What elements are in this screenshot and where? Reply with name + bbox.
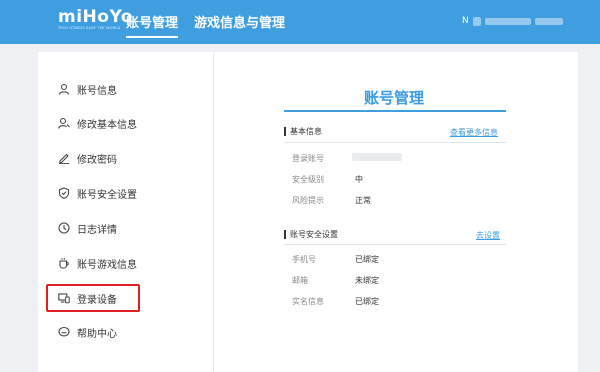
sidebar-item-label: 日志详情	[77, 224, 117, 236]
sidebar: 账号信息 修改基本信息 修改密码 账号安全设置 日志详情 账号游戏信息 登录设备	[38, 52, 214, 372]
nav-account-management[interactable]: 账号管理	[126, 12, 179, 38]
sidebar-item-label: 登录设备	[77, 294, 117, 306]
user-account-display[interactable]: N	[462, 14, 563, 28]
view-more-info-link[interactable]: 查看更多信息	[450, 127, 498, 138]
sidebar-item-change-password[interactable]: 修改密码	[46, 145, 206, 171]
sidebar-item-label: 修改基本信息	[77, 119, 137, 131]
section-heading-basic-info: 基本信息	[284, 127, 322, 136]
masked-user-id	[534, 17, 563, 25]
user-edit-icon	[58, 117, 70, 129]
row-label-real-name: 实名信息	[292, 297, 324, 306]
sidebar-item-account-security[interactable]: 账号安全设置	[46, 180, 206, 206]
row-label-risk-warning: 风险提示	[292, 196, 324, 205]
row-label-security-level: 安全级别	[292, 175, 324, 184]
logo-text: miHoYo	[58, 7, 133, 27]
nav-game-info-management[interactable]: 游戏信息与管理	[194, 12, 285, 31]
masked-user-name-part	[472, 16, 481, 26]
row-value-security-level: 中	[355, 175, 363, 184]
row-value-phone: 已绑定	[355, 255, 379, 264]
row-value-real-name: 已绑定	[355, 297, 379, 306]
shield-icon	[58, 187, 70, 199]
section-heading-account-security: 账号安全设置	[284, 230, 338, 239]
row-value-email: 未绑定	[355, 276, 379, 285]
user-icon	[58, 83, 70, 95]
masked-login-account-value	[352, 153, 402, 161]
sidebar-item-edit-basic-info[interactable]: 修改基本信息	[46, 110, 206, 136]
sidebar-item-label: 账号游戏信息	[77, 259, 137, 271]
row-value-risk-warning: 正常	[355, 196, 371, 205]
row-label-email: 邮箱	[292, 276, 308, 285]
devices-icon	[58, 293, 70, 304]
pencil-icon	[59, 153, 69, 164]
chat-icon	[58, 326, 70, 337]
cup-icon	[59, 258, 69, 269]
sidebar-item-label: 账号安全设置	[77, 189, 137, 201]
logo-tagline: TECH OTAKUS SAVE THE WORLD	[58, 26, 121, 30]
page-title: 账号管理	[363, 89, 424, 107]
sidebar-item-label: 帮助中心	[77, 328, 117, 340]
title-underline	[284, 110, 506, 112]
sidebar-item-login-devices[interactable]: 登录设备	[46, 284, 140, 312]
sidebar-item-label: 修改密码	[77, 154, 117, 166]
sidebar-item-help-center[interactable]: 帮助中心	[46, 319, 206, 345]
user-name-prefix: N	[462, 16, 469, 26]
sidebar-item-log-details[interactable]: 日志详情	[46, 215, 206, 241]
top-bar: miHoYo TECH OTAKUS SAVE THE WORLD 账号管理 游…	[0, 0, 600, 44]
section-divider	[284, 244, 506, 245]
section-divider	[284, 142, 506, 143]
clock-icon	[58, 222, 70, 234]
sidebar-item-label: 账号信息	[77, 85, 117, 97]
masked-user-name	[484, 17, 531, 25]
row-label-phone: 手机号	[292, 255, 316, 264]
row-label-login-account: 登录账号	[292, 154, 324, 163]
sidebar-item-account-info[interactable]: 账号信息	[46, 76, 206, 102]
mihoyo-logo[interactable]: miHoYo TECH OTAKUS SAVE THE WORLD	[58, 7, 133, 34]
go-settings-link[interactable]: 去设置	[476, 230, 500, 241]
sidebar-item-account-game-info[interactable]: 账号游戏信息	[46, 250, 206, 276]
